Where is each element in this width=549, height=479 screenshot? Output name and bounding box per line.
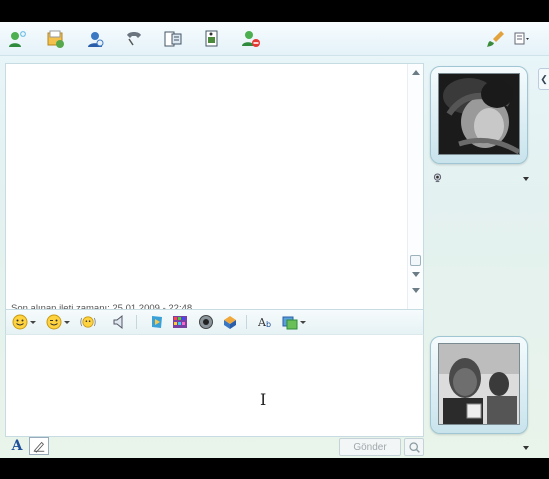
webcam-icon[interactable] bbox=[198, 314, 214, 330]
my-photo bbox=[438, 343, 520, 425]
block-contact-icon[interactable] bbox=[239, 28, 263, 50]
voice-clip-icon[interactable] bbox=[112, 314, 128, 330]
contact-options-dropdown-icon[interactable] bbox=[523, 177, 529, 181]
history-scrollbar[interactable] bbox=[407, 64, 423, 318]
contact-display-picture[interactable] bbox=[430, 66, 528, 164]
activities-icon[interactable] bbox=[200, 28, 224, 50]
my-options-dropdown-icon[interactable] bbox=[523, 446, 529, 450]
webcam-status-icon[interactable] bbox=[433, 173, 442, 183]
share-folders-icon[interactable] bbox=[161, 28, 185, 50]
search-button[interactable] bbox=[404, 438, 424, 456]
conversation-history[interactable]: Son alınan ileti zamanı: 25.01.2009 - 22… bbox=[5, 63, 424, 319]
message-input[interactable]: I bbox=[5, 334, 424, 437]
games-icon[interactable] bbox=[222, 314, 238, 330]
my-display-picture[interactable] bbox=[430, 336, 528, 434]
winks-grid-icon[interactable] bbox=[172, 314, 188, 330]
nudge-icon[interactable] bbox=[80, 314, 96, 330]
text-cursor-icon: I bbox=[260, 390, 267, 409]
scroll-bottom-icon[interactable] bbox=[412, 288, 420, 293]
compose-bottom-bar: A Gönder bbox=[5, 436, 424, 457]
scroll-down-icon[interactable] bbox=[412, 272, 420, 277]
scroll-up-icon[interactable] bbox=[412, 70, 420, 75]
paintbrush-icon[interactable] bbox=[484, 28, 508, 50]
wink-icon[interactable] bbox=[46, 314, 70, 330]
call-icon[interactable] bbox=[122, 28, 146, 50]
send-button[interactable]: Gönder bbox=[339, 438, 401, 456]
font-icon[interactable]: Ab bbox=[258, 314, 274, 330]
send-files-icon[interactable] bbox=[44, 28, 68, 50]
conversation-window: Son alınan ileti zamanı: 25.01.2009 - 22… bbox=[0, 22, 549, 458]
handwriting-button[interactable] bbox=[29, 437, 49, 455]
picture-icon[interactable] bbox=[282, 314, 306, 330]
font-style-button[interactable]: A bbox=[7, 437, 27, 455]
emoticon-icon[interactable] bbox=[12, 314, 36, 330]
search-icon bbox=[408, 441, 420, 453]
scroll-thumb[interactable] bbox=[410, 255, 421, 266]
collapse-panel-button[interactable]: ❮ bbox=[538, 68, 549, 90]
invite-contact-icon[interactable] bbox=[6, 28, 30, 50]
background-icon[interactable] bbox=[149, 314, 165, 330]
svg-text:b: b bbox=[266, 320, 271, 329]
pen-icon bbox=[33, 441, 45, 453]
contact-photo bbox=[438, 73, 520, 155]
main-toolbar bbox=[0, 22, 549, 56]
menu-icon[interactable] bbox=[510, 28, 534, 50]
compose-toolbar: Ab bbox=[5, 309, 424, 334]
video-call-icon[interactable] bbox=[83, 28, 107, 50]
